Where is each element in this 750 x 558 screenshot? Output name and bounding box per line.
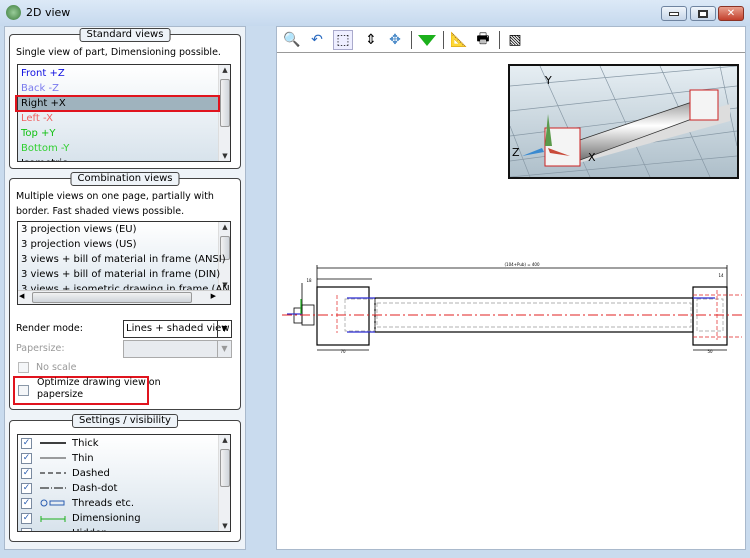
axis-y-label: Y — [544, 74, 552, 87]
optimize-checkbox[interactable] — [18, 385, 29, 396]
scrollbar[interactable]: ▲ ▼ — [218, 65, 230, 161]
settings-item-label: Thin — [72, 453, 94, 464]
standard-view-item[interactable]: Bottom -Y — [21, 141, 69, 156]
app-icon — [6, 5, 21, 20]
settings-item-label: Dashed — [72, 468, 110, 479]
standard-view-item[interactable]: Top +Y — [21, 126, 56, 141]
render-mode-label: Render mode: — [16, 323, 83, 334]
chevron-down-icon: ▼ — [217, 321, 231, 337]
overall-dimension-text: (104+Pub) = 400 — [504, 262, 540, 267]
dashed-line-icon — [38, 469, 68, 480]
thin-line-icon — [38, 454, 68, 465]
standard-view-item[interactable]: Front +Z — [21, 66, 65, 81]
dropdown-arrow-icon[interactable] — [417, 30, 437, 50]
papersize-label: Papersize: — [16, 343, 65, 354]
combination-view-item[interactable]: 3 views + bill of material in frame (DIN… — [21, 267, 220, 282]
undo-icon[interactable]: ↶ — [307, 30, 327, 50]
standard-views-list[interactable]: ▲ ▼ Front +Z Back -Z Right +X Left -X Top +Y B… — [17, 64, 231, 162]
combination-description-1: Multiple views on one page, partially wi… — [16, 191, 214, 202]
dash-dot-line-icon — [38, 484, 68, 495]
standard-view-item[interactable]: Left -X — [21, 111, 53, 126]
left-block — [316, 286, 370, 346]
export-icon[interactable]: ▧ — [505, 30, 525, 50]
window-title: 2D view — [26, 6, 71, 19]
threads-icon — [38, 499, 68, 510]
settings-item-label: Dash-dot — [72, 483, 118, 494]
zoom-all-icon[interactable]: 🔍 — [282, 30, 302, 50]
hidden-line-icon — [38, 529, 68, 531]
standard-views-description: Single view of part, Dimensioning possib… — [16, 47, 221, 58]
zoom-dynamic-icon[interactable]: ⇕ — [361, 30, 381, 50]
no-scale-label: No scale — [36, 362, 77, 373]
settings-item-label: Dimensioning — [72, 513, 141, 524]
render-mode-select[interactable]: Lines + shaded view ▼ — [123, 320, 232, 338]
dash-dot-checkbox[interactable]: ✓ — [21, 483, 32, 494]
horizontal-scrollbar[interactable]: ◀ ▶ — [18, 290, 230, 304]
scrollbar[interactable]: ▲ ▼ — [218, 435, 230, 531]
settings-item-label: Thick — [72, 438, 99, 449]
drawing-panel: 🔍 ↶ ⬚ ⇕ ✥ 📐 🖶 ▧ Y Z X (104+Pub) = 400 70… — [276, 26, 746, 550]
combination-view-item[interactable]: 3 views + bill of material in frame (ANS… — [21, 252, 226, 267]
combination-description-2: border. Fast shaded views possible. — [16, 206, 185, 217]
3d-preview: Y Z X — [508, 64, 739, 179]
left-block-dimension: 70 — [340, 349, 346, 354]
no-scale-checkbox[interactable] — [18, 362, 29, 373]
chevron-down-icon: ▼ — [217, 341, 231, 357]
threads-etc--checkbox[interactable]: ✓ — [21, 498, 32, 509]
technical-drawing: (104+Pub) = 400 70 50 18 14 — [282, 262, 742, 354]
hidden-checkbox[interactable] — [21, 528, 32, 531]
3d-model-image: Y Z X — [510, 66, 737, 177]
minimize-button[interactable] — [661, 6, 687, 21]
zoom-window-icon[interactable]: ⬚ — [333, 30, 353, 50]
dashed-checkbox[interactable]: ✓ — [21, 468, 32, 479]
maximize-button[interactable] — [690, 6, 716, 21]
settings-list[interactable]: ✓ Thick ✓ Thin ✓ Dashed ✓ Dash-dot ✓ Threads etc.… — [17, 434, 231, 532]
settings-visibility-group: Settings / visibility ✓ Thick ✓ Thin ✓ Dashed… — [9, 414, 241, 542]
papersize-select[interactable]: ▼ — [123, 340, 232, 358]
selection-highlight — [15, 95, 220, 112]
right-block-dimension: 50 — [707, 349, 713, 354]
combination-views-group: Combination views Multiple views on one … — [9, 172, 241, 410]
dimensioning-checkbox[interactable]: ✓ — [21, 513, 32, 524]
axis-z-label: Z — [512, 146, 520, 159]
standard-views-group: Standard views Single view of part, Dime… — [9, 28, 241, 169]
title-bar: 2D view ✕ — [0, 0, 750, 26]
combination-views-legend: Combination views — [70, 172, 180, 186]
combination-view-item[interactable]: 3 projection views (US) — [21, 237, 137, 252]
settings-item-label: Hidden — [72, 526, 107, 531]
settings-item-label: Threads etc. — [72, 498, 135, 509]
dimensioning-icon — [38, 514, 68, 525]
render-mode-value: Lines + shaded view — [126, 323, 230, 334]
thick-checkbox[interactable]: ✓ — [21, 438, 32, 449]
optimize-label-2: papersize — [37, 389, 84, 400]
right-offset-dimension: 14 — [718, 273, 724, 278]
axis-x-label: X — [588, 151, 596, 164]
print-icon[interactable]: 🖶 — [473, 30, 493, 50]
right-block — [692, 286, 728, 346]
toolbar: 🔍 ↶ ⬚ ⇕ ✥ 📐 🖶 ▧ — [277, 27, 745, 53]
measure-icon[interactable]: 📐 — [449, 30, 469, 50]
standard-view-item[interactable]: Isometric — [21, 156, 67, 161]
thick-line-icon — [38, 439, 68, 450]
left-panel: Standard views Single view of part, Dime… — [4, 26, 246, 550]
thin-checkbox[interactable]: ✓ — [21, 453, 32, 464]
standard-view-item[interactable]: Back -Z — [21, 81, 59, 96]
close-button[interactable]: ✕ — [718, 6, 744, 21]
settings-legend: Settings / visibility — [72, 414, 178, 428]
optimize-label-1: Optimize drawing view on — [37, 377, 161, 388]
standard-views-legend: Standard views — [79, 28, 171, 42]
combination-view-item[interactable]: 3 projection views (EU) — [21, 222, 137, 237]
pan-icon[interactable]: ✥ — [385, 30, 405, 50]
left-offset-dimension: 18 — [306, 278, 312, 283]
combination-views-list[interactable]: ▲ ▼ 3 projection views (EU) 3 projection v… — [17, 221, 231, 305]
